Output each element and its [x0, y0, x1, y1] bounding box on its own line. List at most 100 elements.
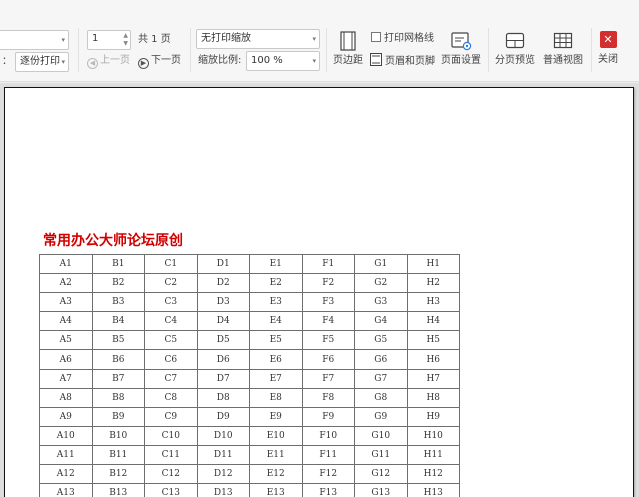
- table-cell: B10: [91, 425, 145, 446]
- table-cell: F13: [301, 483, 355, 497]
- table-cell: F9: [301, 406, 355, 427]
- table-cell: H1: [406, 253, 460, 275]
- stepper-down-icon[interactable]: ▼: [123, 40, 128, 48]
- sheet-title: 常用办公大师论坛原创: [43, 233, 183, 249]
- table-cell: E11: [249, 444, 303, 466]
- table-cell: G9: [354, 406, 408, 427]
- table-cell: D3: [196, 292, 250, 313]
- table-cell: G1: [354, 253, 408, 275]
- page-setup-button[interactable]: 页面设置: [440, 31, 482, 67]
- next-page-label: 下一页: [151, 55, 181, 66]
- table-cell: E10: [249, 425, 303, 446]
- stepper-up-icon[interactable]: ▲: [123, 32, 128, 40]
- toolbar-separator: [78, 28, 79, 72]
- table-cell: A8: [39, 387, 93, 408]
- table-cell: D9: [196, 406, 250, 427]
- table-cell: E2: [249, 273, 303, 294]
- table-row: A13 B13 C13 D13 E13 F13 G13 H13: [39, 483, 460, 497]
- margins-button[interactable]: 页边距: [331, 31, 365, 67]
- page-number-stepper[interactable]: 1 ▲ ▼: [87, 30, 131, 50]
- chevron-down-icon: ▾: [312, 35, 316, 43]
- table-cell: H10: [406, 425, 460, 446]
- table-cell: G12: [354, 464, 408, 485]
- table-cell: D2: [196, 273, 250, 294]
- table-cell: B12: [91, 464, 145, 485]
- table-cell: B8: [91, 387, 145, 408]
- table-cell: F6: [301, 349, 355, 370]
- table-cell: A6: [39, 349, 93, 370]
- header-footer-button[interactable]: 页眉和页脚: [370, 53, 435, 69]
- table-cell: F8: [301, 387, 355, 408]
- table-cell: D7: [196, 368, 250, 389]
- zoom-select[interactable]: 100 % ▾: [246, 51, 320, 71]
- table-row: A2 B2 C2 D2 E2 F2 G2 H2: [39, 273, 460, 294]
- page-setup-icon: [451, 32, 472, 51]
- header-footer-label: 页眉和页脚: [385, 56, 435, 67]
- table-cell: A11: [39, 444, 93, 466]
- normal-view-button[interactable]: 普通视图: [541, 31, 585, 67]
- table-cell: B9: [91, 406, 145, 427]
- previous-page-button[interactable]: ◀ 上一页: [87, 54, 130, 69]
- table-cell: C5: [144, 330, 198, 351]
- table-row: A3 B3 C3 D3 E3 F3 G3 H3: [39, 292, 460, 313]
- table-cell: G8: [354, 387, 408, 408]
- margins-label: 页边距: [333, 55, 363, 66]
- scaling-select-value: 无打印缩放: [201, 33, 251, 44]
- toolbar-separator: [190, 28, 191, 72]
- table-cell: F10: [301, 425, 355, 446]
- next-page-button[interactable]: ▶ 下一页: [138, 54, 181, 69]
- table-cell: C2: [144, 273, 198, 294]
- collate-label: ：: [2, 56, 12, 67]
- margins-icon: [340, 31, 356, 51]
- table-cell: A1: [39, 253, 93, 275]
- table-cell: H3: [406, 292, 460, 313]
- collate-select[interactable]: 逐份打印 ▾: [15, 52, 69, 72]
- table-cell: B2: [91, 273, 145, 294]
- table-row: A10 B10 C10 D10 E10 F10 G10 H10: [39, 425, 460, 446]
- table-cell: A9: [39, 406, 93, 427]
- table-cell: F12: [301, 464, 355, 485]
- table-cell: E7: [249, 368, 303, 389]
- table-cell: G5: [354, 330, 408, 351]
- table-cell: H5: [406, 330, 460, 351]
- table-cell: A4: [39, 311, 93, 332]
- table-cell: E1: [249, 253, 303, 275]
- table-cell: C7: [144, 368, 198, 389]
- table-row: A5 B5 C5 D5 E5 F5 G5 H5: [39, 330, 460, 351]
- table-cell: H9: [406, 406, 460, 427]
- table-cell: A13: [39, 483, 93, 497]
- print-preview-toolbar: ▾ ： 逐份打印 ▾ 1 ▲ ▼ 共 1 页 ◀ 上一页 ▶ 下一页 无打印缩放 ▾…: [0, 0, 639, 82]
- total-pages-label: 共 1 页: [138, 34, 171, 45]
- table-cell: F3: [301, 292, 355, 313]
- table-cell: D10: [196, 425, 250, 446]
- table-cell: H4: [406, 311, 460, 332]
- print-gridlines-checkbox[interactable]: 打印网格线: [371, 32, 434, 46]
- table-cell: C6: [144, 349, 198, 370]
- print-gridlines-label: 打印网格线: [384, 33, 434, 44]
- print-preview-area: 常用办公大师论坛原创 A1 B1 C1 D1 E1 F1 G1 H1 A2 B2 C2 D2 E2 F2 G…: [0, 83, 639, 497]
- table-row: A6 B6 C6 D6 E6 F6 G6 H6: [39, 349, 460, 370]
- table-cell: A7: [39, 368, 93, 389]
- table-cell: A12: [39, 464, 93, 485]
- table-cell: B3: [91, 292, 145, 313]
- scaling-select[interactable]: 无打印缩放 ▾: [196, 29, 320, 49]
- page-break-preview-button[interactable]: 分页预览: [494, 31, 536, 67]
- toolbar-separator: [488, 28, 489, 72]
- table-cell: B11: [91, 444, 145, 466]
- page-setup-label: 页面设置: [441, 55, 481, 66]
- toolbar-separator: [591, 28, 592, 72]
- page-break-preview-label: 分页预览: [495, 55, 535, 66]
- copies-select[interactable]: ▾: [0, 30, 69, 50]
- table-cell: C9: [144, 406, 198, 427]
- table-cell: E4: [249, 311, 303, 332]
- chevron-down-icon: ▾: [312, 57, 316, 65]
- table-cell: F2: [301, 273, 355, 294]
- chevron-down-icon: ▾: [61, 58, 65, 66]
- collate-select-value: 逐份打印: [20, 56, 60, 67]
- preview-page: 常用办公大师论坛原创 A1 B1 C1 D1 E1 F1 G1 H1 A2 B2 C2 D2 E2 F2 G…: [4, 87, 634, 497]
- previous-page-label: 上一页: [100, 55, 130, 66]
- toolbar-separator: [326, 28, 327, 72]
- page-break-preview-icon: [505, 32, 525, 49]
- close-preview-button[interactable]: ✕ 关闭: [595, 31, 621, 66]
- checkbox-box[interactable]: [371, 32, 381, 42]
